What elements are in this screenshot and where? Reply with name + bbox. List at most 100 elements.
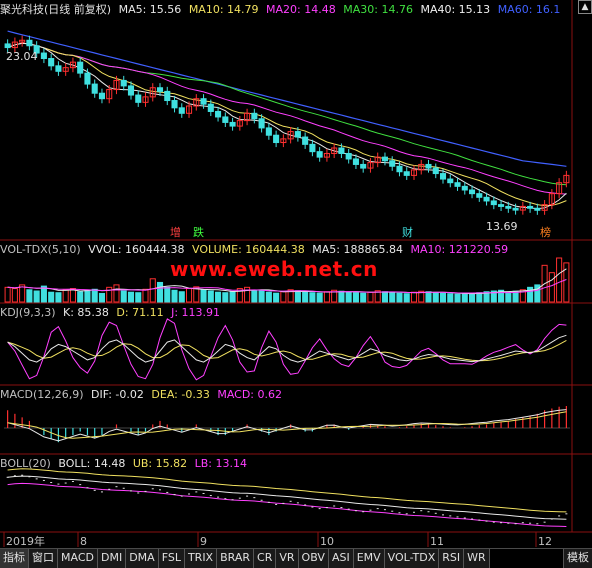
x-axis-label: 2019年 (6, 534, 45, 548)
candle-body (352, 158, 359, 165)
volume-bar (106, 286, 113, 303)
candle-body (55, 65, 62, 72)
tab-指标[interactable]: 指标 (0, 549, 29, 568)
volume-bar (171, 289, 178, 303)
tab-trix[interactable]: TRIX (184, 549, 218, 568)
candle-body (98, 92, 106, 100)
tab-窗口[interactable]: 窗口 (29, 549, 58, 568)
volume-bar (410, 291, 418, 303)
candle-body (527, 205, 534, 209)
volume-bar (215, 291, 222, 303)
candle-body (302, 136, 309, 145)
tab-vr[interactable]: VR (276, 549, 299, 568)
volume-bar (468, 292, 476, 303)
volume-bar (396, 292, 403, 303)
candle-body (483, 196, 490, 202)
chart-canvas[interactable]: 23.04 13.69 增跌 财 榜 2019年 8 9 10 11 12 (0, 0, 592, 567)
tab-rsi[interactable]: RSI (439, 549, 465, 568)
boll-ub-line (7, 468, 567, 513)
tab-cr[interactable]: CR (254, 549, 277, 568)
x-axis-label: 8 (80, 535, 87, 548)
candle-body (439, 173, 447, 180)
candle-body (215, 110, 222, 118)
tab-dmi[interactable]: DMI (97, 549, 127, 568)
volume-bar (48, 291, 55, 303)
candle-body (338, 147, 345, 154)
volume-bar (33, 290, 40, 303)
volume-bar (164, 286, 171, 303)
x-axis-label: 12 (538, 535, 552, 548)
volume-bar (113, 284, 120, 303)
candle-body (91, 83, 98, 94)
candle-body (120, 79, 127, 87)
candle-body (273, 134, 280, 144)
candle-body (476, 193, 483, 198)
volume-bar (222, 292, 229, 303)
ma20-line (7, 42, 567, 195)
tab-vol-tdx[interactable]: VOL-TDX (384, 549, 440, 568)
volume-bar (338, 290, 345, 303)
ma10-line (7, 42, 567, 207)
volume-bar (316, 292, 323, 303)
volume-bar (425, 291, 432, 303)
candle-body (229, 121, 236, 127)
tab-brar[interactable]: BRAR (217, 549, 255, 568)
candle-body (468, 189, 476, 195)
macd-dif-line (7, 409, 567, 442)
volume-bar (381, 291, 389, 303)
tab-asi[interactable]: ASI (328, 549, 354, 568)
candle-body (135, 94, 142, 103)
indicator-tab-bar: 指标 窗口 MACD DMI DMA FSL TRIX BRAR CR VR OBV ASI EMV VO… (0, 548, 592, 568)
volume-bar (345, 291, 352, 303)
candle-body (534, 207, 541, 211)
volume-bar (432, 292, 439, 303)
volume-bar (207, 290, 214, 303)
marker-cai: 财 (402, 225, 413, 239)
candle-body (490, 200, 497, 206)
candle-body (498, 204, 505, 207)
volume-bar (62, 289, 69, 303)
volume-bar (258, 290, 265, 303)
low-price-label: 13.69 (486, 220, 518, 233)
boll-mid-line (7, 475, 567, 520)
volume-bar (251, 289, 258, 303)
volume-bar (461, 293, 468, 303)
candle-body (396, 165, 403, 173)
vol-ma10-line (7, 279, 567, 294)
candle-body (447, 178, 454, 184)
volume-bar (302, 291, 309, 303)
volume-bar (447, 293, 454, 303)
candle-body (432, 167, 439, 175)
candle-body (207, 103, 214, 112)
x-axis-label: 11 (430, 535, 444, 548)
candle-body (360, 163, 367, 169)
candle-body (77, 61, 84, 74)
tab-wr[interactable]: WR (464, 549, 490, 568)
watermark-text: www.eweb.net.cn (170, 257, 378, 281)
volume-bar (367, 291, 374, 303)
candle-body (258, 118, 265, 129)
volume-bar (127, 291, 135, 303)
kdj-j-line (7, 318, 567, 381)
tab-macd[interactable]: MACD (58, 549, 98, 568)
candle-body (265, 127, 272, 136)
candle-body (425, 163, 432, 169)
volume-bar (273, 292, 280, 303)
volume-bar (389, 292, 396, 303)
volume-bar (156, 281, 164, 303)
x-axis-label: 10 (320, 535, 334, 548)
tab-dma[interactable]: DMA (126, 549, 159, 568)
marker-die: 跌 (193, 225, 204, 239)
template-button[interactable]: 模板 (563, 549, 592, 568)
ma60-line (7, 30, 567, 167)
volume-bar (352, 292, 359, 303)
tab-emv[interactable]: EMV (353, 549, 385, 568)
volume-bar (294, 290, 301, 303)
tab-fsl[interactable]: FSL (158, 549, 185, 568)
volume-bar (323, 291, 330, 303)
volume-bar (135, 292, 142, 303)
volume-bar (439, 292, 447, 303)
candle-body (222, 116, 229, 123)
candle-body (505, 205, 512, 209)
tab-obv[interactable]: OBV (298, 549, 329, 568)
